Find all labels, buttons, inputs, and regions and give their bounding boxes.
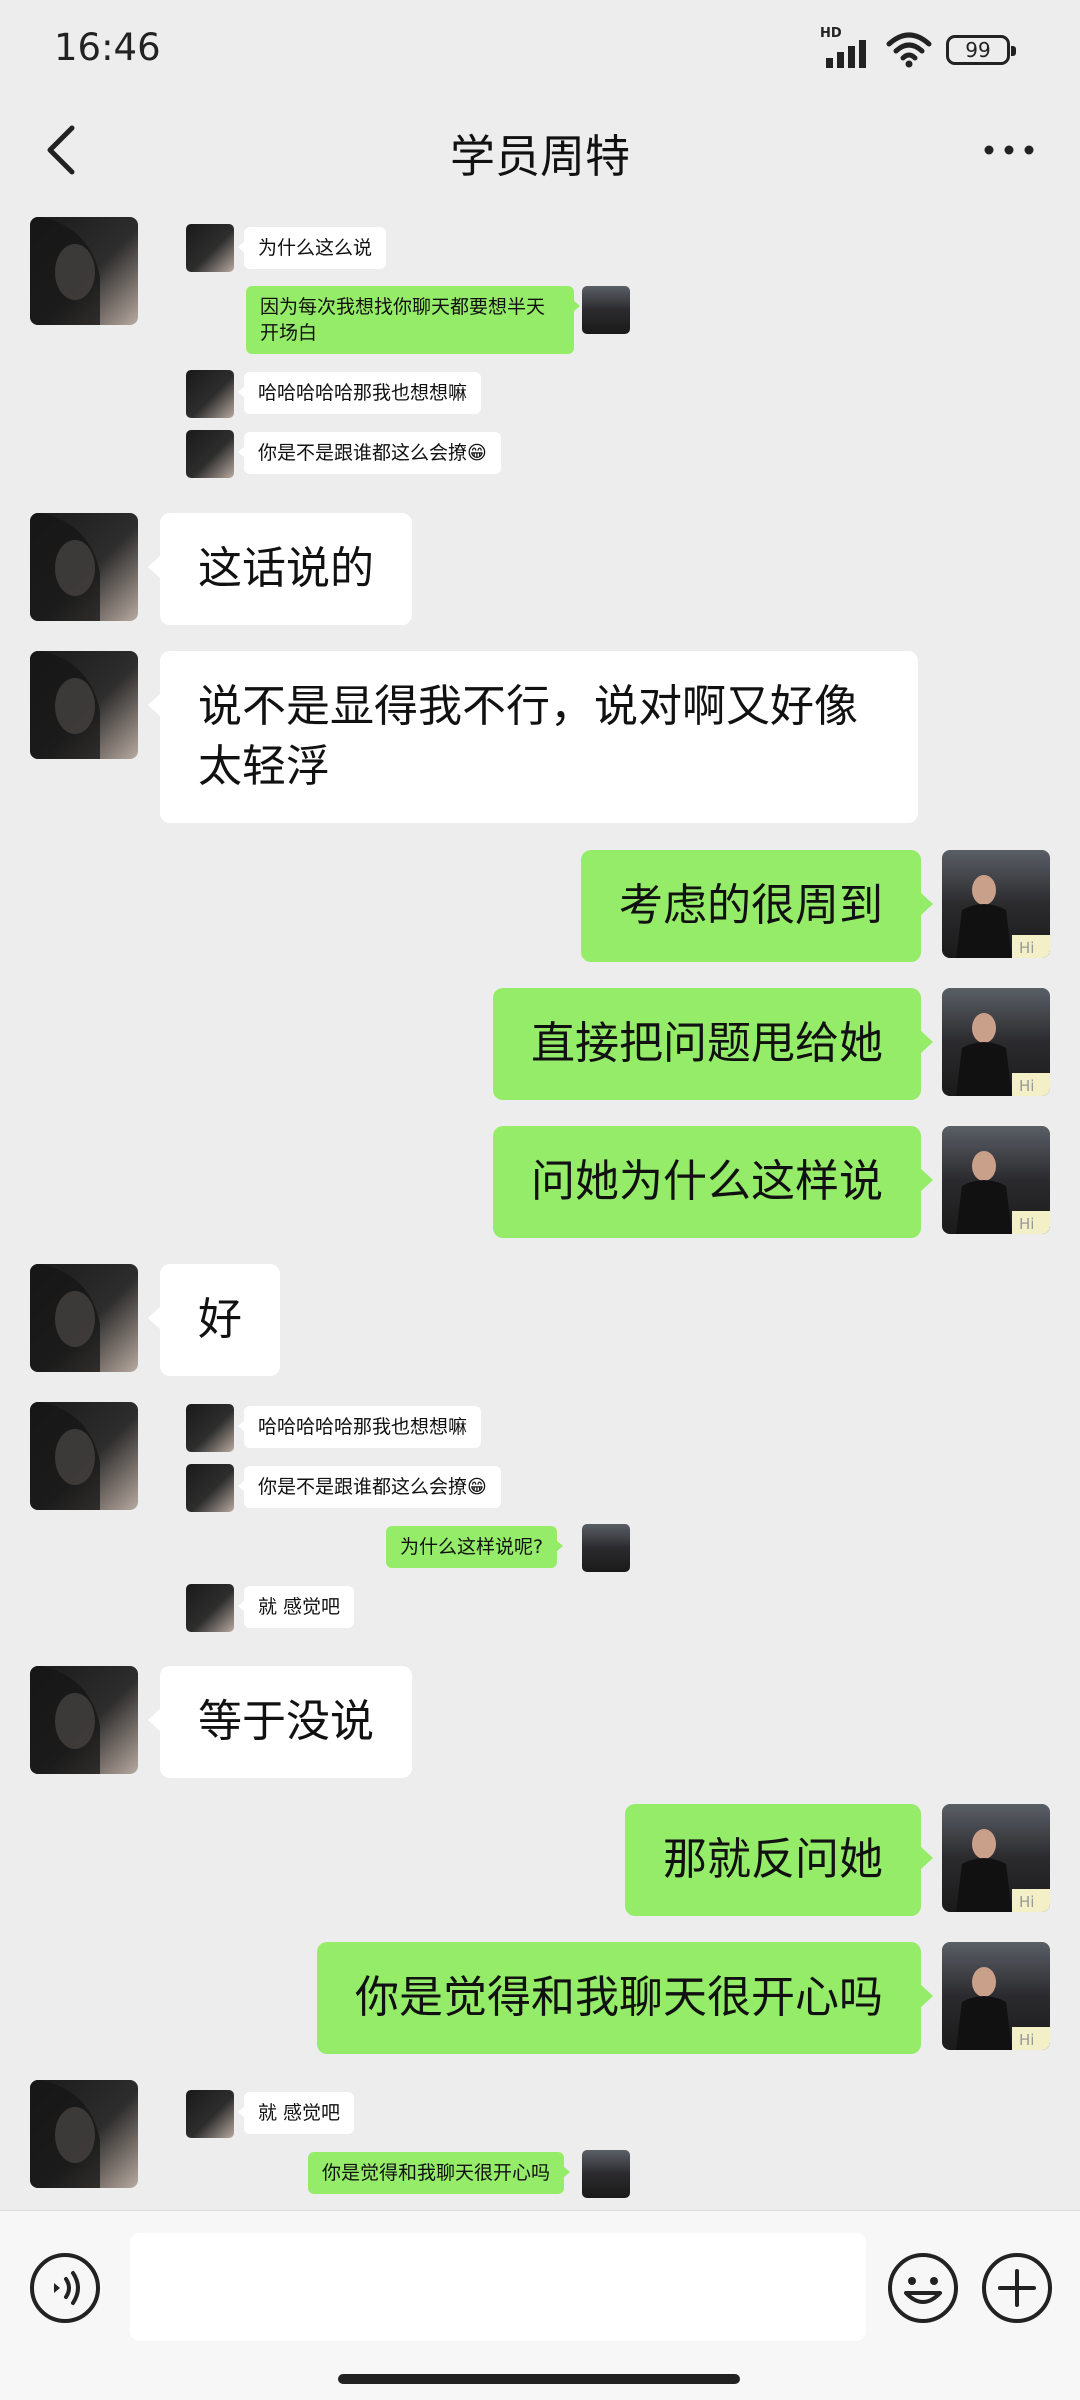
message-bubble[interactable]: 你是觉得和我聊天很开心吗 — [317, 1942, 933, 2054]
avatar[interactable]: Hi — [942, 1804, 1050, 1912]
hd-label: HD — [820, 26, 842, 41]
message-bubble[interactable]: 等于没说 — [148, 1666, 412, 1778]
avatar[interactable] — [30, 1264, 138, 1372]
avatar[interactable] — [30, 2080, 138, 2188]
signal-icon: HD — [820, 26, 872, 70]
input-bar — [0, 2210, 1080, 2400]
svg-text:Hi: Hi — [1019, 2031, 1034, 2049]
avatar — [186, 430, 234, 478]
avatar — [186, 1584, 234, 1632]
screenshot-message: 因为每次我想找你聊天都要想半天开场白 — [246, 286, 580, 354]
avatar[interactable] — [30, 1666, 138, 1774]
screenshot-message: 为什么这么说 — [237, 227, 387, 269]
message-bubble[interactable]: 考虑的很周到 — [581, 850, 933, 962]
message-bubble[interactable]: 那就反问她 — [625, 1804, 933, 1916]
svg-text:Hi: Hi — [1019, 1077, 1034, 1095]
status-bar: 16:46 HD 99 — [0, 0, 1080, 100]
plus-icon[interactable] — [980, 2251, 1054, 2325]
avatar[interactable]: Hi — [942, 1126, 1050, 1234]
nav-bar: 学员周特 — [0, 100, 1080, 200]
avatar — [582, 2150, 630, 2198]
screenshot-message: 就 感觉吧 — [237, 2092, 355, 2134]
screenshot-message: 你是不是跟谁都这么会撩😁 — [238, 432, 501, 474]
message-bubble[interactable]: 问她为什么这样说 — [493, 1126, 933, 1238]
more-dots-icon[interactable] — [974, 130, 1044, 170]
voice-icon[interactable] — [28, 2251, 102, 2325]
screenshot-message: 哈哈哈哈哈那我也想想嘛 — [237, 1406, 482, 1448]
screenshot-message: 你是觉得和我聊天很开心吗 — [308, 2152, 571, 2194]
message-bubble[interactable]: 说不是显得我不行，说对啊又好像太轻浮 — [148, 651, 918, 823]
screenshot-message: 哈哈哈哈哈那我也想想嘛 — [237, 372, 482, 414]
home-indicator[interactable] — [338, 2374, 740, 2384]
message-bubble[interactable]: 直接把问题甩给她 — [493, 988, 933, 1100]
avatar — [582, 1524, 630, 1572]
svg-text:Hi: Hi — [1019, 939, 1034, 957]
battery-icon: 99 — [946, 35, 1016, 65]
avatar — [186, 1464, 234, 1512]
avatar[interactable] — [30, 217, 138, 325]
emoji-icon[interactable] — [886, 2251, 960, 2325]
battery-level: 99 — [965, 38, 991, 62]
avatar[interactable] — [30, 651, 138, 759]
avatar — [186, 1404, 234, 1452]
svg-text:Hi: Hi — [1019, 1215, 1034, 1233]
avatar — [186, 224, 234, 272]
chat-title: 学员周特 — [449, 130, 630, 183]
avatar[interactable] — [30, 1402, 138, 1510]
avatar[interactable]: Hi — [942, 850, 1050, 958]
wifi-icon — [886, 32, 932, 68]
avatar — [186, 2090, 234, 2138]
message-bubble[interactable]: 好 — [148, 1264, 280, 1376]
status-time: 16:46 — [54, 26, 161, 69]
avatar[interactable]: Hi — [942, 988, 1050, 1096]
avatar[interactable]: Hi — [942, 1942, 1050, 2050]
svg-text:Hi: Hi — [1019, 1893, 1034, 1911]
screenshot-message: 你是不是跟谁都这么会撩😁 — [238, 1466, 501, 1508]
status-icons: HD 99 — [820, 26, 1016, 70]
screenshot-message: 就 感觉吧 — [237, 1586, 355, 1628]
avatar — [186, 370, 234, 418]
avatar[interactable] — [30, 513, 138, 621]
avatar — [582, 286, 630, 334]
message-input[interactable] — [130, 2233, 866, 2341]
message-bubble[interactable]: 这话说的 — [148, 513, 412, 625]
screenshot-message: 为什么这样说呢? — [386, 1526, 564, 1568]
